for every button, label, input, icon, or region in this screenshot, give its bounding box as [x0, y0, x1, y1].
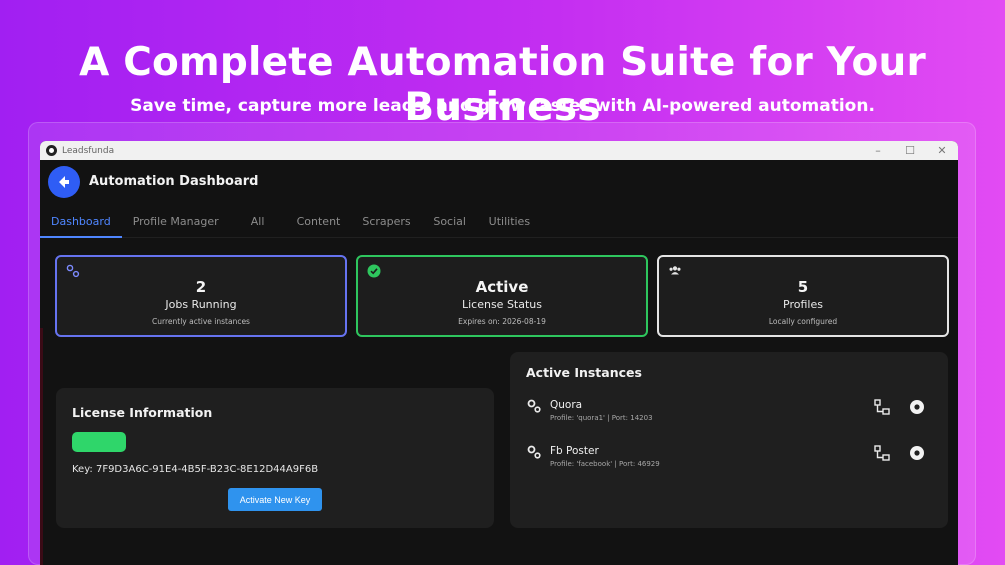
license-expiry: Expires on: 2026-08-19 [458, 317, 546, 326]
tab-social[interactable]: Social [422, 215, 478, 237]
hero-subtitle: Save time, capture more leads, and grow … [130, 96, 875, 116]
window-titlebar[interactable]: Leadsfunda – ☐ ✕ [40, 141, 958, 160]
gears-icon [66, 264, 80, 278]
license-key: Key: 7F9D3A6C-91E4-4B5F-B23C-8E12D44A9F6… [72, 464, 319, 475]
app-window: Leadsfunda – ☐ ✕ Automation Dashboard Da… [40, 141, 958, 565]
jobs-running-card: 2 Jobs Running Currently active instance… [55, 255, 347, 337]
tab-all[interactable]: All [230, 215, 286, 237]
jobs-running-label: Jobs Running [165, 298, 237, 311]
license-status-value: Active [475, 278, 529, 296]
list-item: Quora Profile: 'quora1' | Port: 14203 [526, 398, 934, 426]
jobs-running-sub: Currently active instances [152, 317, 250, 326]
close-button[interactable]: ✕ [926, 144, 958, 157]
side-accent [40, 328, 43, 565]
active-instances-panel: Active Instances Quora Profile: 'quora1'… [510, 352, 948, 528]
license-panel: License Information Key: 7F9D3A6C-91E4-4… [56, 388, 494, 528]
tab-scrapers[interactable]: Scrapers [351, 215, 421, 237]
app-logo-icon [48, 165, 80, 198]
jobs-running-value: 2 [195, 278, 207, 296]
profiles-sub: Locally configured [768, 317, 838, 326]
activate-new-key-button[interactable]: Activate New Key [228, 488, 322, 511]
network-icon[interactable] [874, 399, 890, 415]
app-icon [46, 145, 57, 156]
license-status-badge [72, 432, 126, 452]
profiles-label: Profiles [783, 298, 823, 311]
minimize-button[interactable]: – [862, 144, 894, 157]
profiles-value: 5 [797, 278, 809, 296]
instance-name: Fb Poster [550, 445, 599, 457]
tab-dashboard[interactable]: Dashboard [40, 215, 122, 238]
window-title: Leadsfunda [62, 145, 115, 156]
list-item: Fb Poster Profile: 'facebook' | Port: 46… [526, 444, 934, 472]
profiles-card: 5 Profiles Locally configured [657, 255, 949, 337]
stop-icon[interactable] [909, 445, 925, 461]
tab-profile-manager[interactable]: Profile Manager [122, 215, 230, 237]
tab-utilities[interactable]: Utilities [478, 215, 541, 237]
instance-meta: Profile: 'quora1' | Port: 14203 [550, 414, 653, 422]
users-icon [669, 266, 681, 275]
gears-icon [527, 399, 541, 413]
instance-meta: Profile: 'facebook' | Port: 46929 [550, 460, 660, 468]
stop-icon[interactable] [909, 399, 925, 415]
gears-icon [527, 445, 541, 459]
hero-title: A Complete Automation Suite for Your Bus… [79, 40, 926, 130]
verified-check-icon [367, 264, 381, 278]
window-controls: – ☐ ✕ [862, 144, 958, 157]
license-status-label: License Status [461, 298, 543, 311]
maximize-button[interactable]: ☐ [894, 144, 926, 157]
network-icon[interactable] [874, 445, 890, 461]
app-header: Automation Dashboard [40, 160, 958, 203]
tab-content[interactable]: Content [286, 215, 352, 237]
license-panel-title: License Information [72, 405, 213, 420]
license-status-card: Active License Status Expires on: 2026-0… [356, 255, 648, 337]
dashboard-content: 2 Jobs Running Currently active instance… [40, 238, 958, 565]
instance-name: Quora [550, 399, 583, 411]
active-instances-title: Active Instances [526, 365, 642, 380]
page-title: Automation Dashboard [89, 174, 259, 189]
tab-bar: Dashboard Profile Manager All Content Sc… [40, 203, 958, 238]
